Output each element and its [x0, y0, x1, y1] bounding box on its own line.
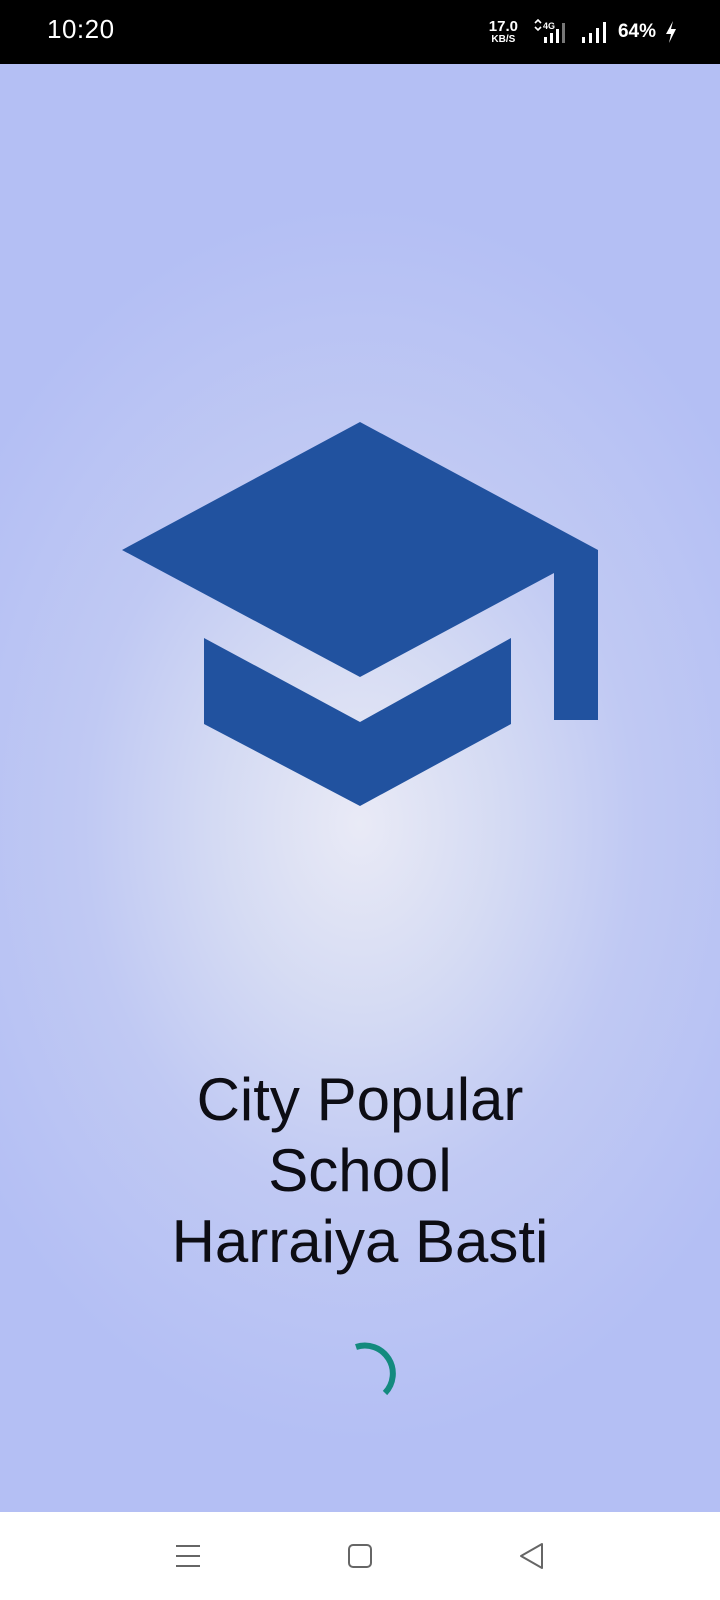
battery-percent: 64% — [617, 21, 656, 42]
spinner-icon — [355, 1342, 396, 1396]
school-name-line-1: City Popular — [196, 1066, 524, 1133]
status-time: 10:20 — [47, 14, 115, 44]
network-speed-unit: KB/S — [491, 34, 516, 45]
charging-bolt-icon — [666, 21, 676, 43]
back-button[interactable] — [508, 1532, 556, 1580]
menu-icon — [176, 1545, 200, 1567]
status-indicators: 17.0 KB/S 4G 64% — [489, 14, 678, 50]
graduation-cap-icon — [122, 422, 598, 806]
signal-4g-icon: 4G — [534, 19, 565, 43]
home-icon — [348, 1544, 372, 1568]
home-button[interactable] — [336, 1532, 384, 1580]
school-name-line-2: School — [268, 1137, 452, 1204]
network-speed-value: 17.0 — [488, 18, 518, 35]
network-type-label: 4G — [543, 21, 555, 31]
signal-icon — [581, 22, 606, 43]
back-icon — [520, 1543, 543, 1569]
network-speed: 17.0 KB/S — [489, 19, 518, 45]
menu-button[interactable] — [164, 1532, 212, 1580]
school-name: City Popular School Harraiya Basti — [0, 1064, 720, 1277]
status-bar: 10:20 17.0 KB/S 4G 64% — [0, 0, 720, 64]
school-name-line-3: Harraiya Basti — [171, 1208, 549, 1275]
splash-body: City Popular School Harraiya Basti — [0, 64, 720, 1512]
system-nav-bar — [0, 1512, 720, 1600]
splash-screen: 10:20 17.0 KB/S 4G 64% City Popular Scho… — [0, 0, 720, 1600]
